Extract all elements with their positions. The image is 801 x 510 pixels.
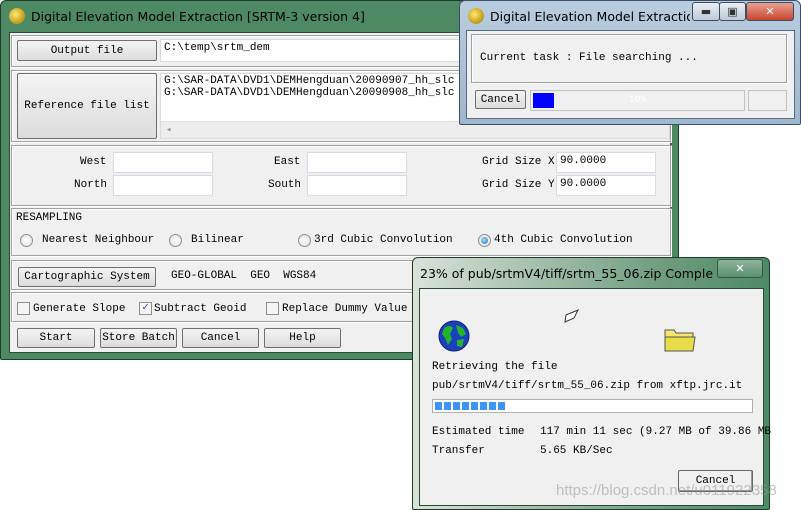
- progress-cancel-button[interactable]: Cancel: [475, 90, 526, 109]
- radio-label[interactable]: Nearest Neighbour: [42, 234, 154, 246]
- cancel-button[interactable]: Cancel: [182, 328, 259, 348]
- grid-size-x-label: Grid Size X: [482, 156, 555, 168]
- north-input[interactable]: [113, 175, 213, 196]
- retrieving-file: pub/srtmV4/tiff/srtm_55_06.zip from xftp…: [432, 380, 743, 392]
- folder-icon: [664, 329, 696, 352]
- reference-file-list-button[interactable]: Reference file list: [17, 73, 157, 139]
- grid-size-y-label: Grid Size Y: [482, 179, 555, 191]
- main-title: Digital Elevation Model Extraction [SRTM…: [31, 8, 365, 24]
- download-title: 23% of pub/srtmV4/tiff/srtm_55_06.zip Co…: [420, 265, 713, 281]
- radio-bilinear[interactable]: [169, 234, 182, 247]
- replace-dummy-value-checkbox[interactable]: [266, 302, 279, 315]
- west-input[interactable]: [113, 152, 213, 173]
- estimated-time-label: Estimated time: [432, 426, 525, 438]
- scroll-left-icon[interactable]: ◂: [166, 124, 171, 136]
- maximize-button[interactable]: ▣: [719, 2, 746, 21]
- close-icon: ✕: [735, 262, 745, 275]
- minimize-button[interactable]: ▬: [692, 2, 720, 21]
- output-file-button[interactable]: Output file: [17, 40, 157, 61]
- checkbox-label[interactable]: Generate Slope: [33, 303, 125, 315]
- radio-label[interactable]: 3rd Cubic Convolution: [314, 234, 453, 246]
- generate-slope-checkbox[interactable]: [17, 302, 30, 315]
- west-label: West: [80, 156, 107, 168]
- download-close-button[interactable]: ✕: [717, 259, 763, 278]
- radio-nearest-neighbour[interactable]: [20, 234, 33, 247]
- download-progress-bar: [432, 399, 753, 413]
- east-input[interactable]: [307, 152, 407, 173]
- close-icon: ✕: [765, 5, 775, 18]
- progress-status-box: [748, 90, 787, 111]
- retrieving-label: Retrieving the file: [432, 361, 558, 373]
- app-icon: [9, 8, 25, 24]
- progress-percent: 10%: [628, 95, 647, 106]
- east-label: East: [274, 156, 301, 168]
- checkbox-label[interactable]: Replace Dummy Value: [282, 303, 407, 315]
- progress-window: Digital Elevation Model Extractio... ▬ ▣…: [459, 0, 801, 125]
- store-batch-button[interactable]: Store Batch: [100, 328, 177, 348]
- checkbox-label[interactable]: Subtract Geoid: [154, 303, 246, 315]
- south-label: South: [268, 179, 302, 191]
- subtract-geoid-checkbox[interactable]: ✓: [139, 302, 152, 315]
- download-client: Retrieving the file pub/srtmV4/tiff/srtm…: [419, 288, 771, 506]
- resampling-group: RESAMPLING Nearest Neighbour Bilinear 3r…: [11, 208, 671, 256]
- grid-size-y-input[interactable]: 90.0000: [556, 175, 656, 196]
- grid-size-x-input[interactable]: 90.0000: [556, 152, 656, 173]
- maximize-icon: ▣: [727, 5, 738, 18]
- progress-title: Digital Elevation Model Extractio...: [490, 8, 690, 24]
- south-input[interactable]: [307, 175, 407, 196]
- progress-client: Current task : File searching ... Cancel…: [466, 30, 795, 119]
- radio-label[interactable]: 4th Cubic Convolution: [494, 234, 633, 246]
- watermark: https://blog.csdn.net/u011922358: [556, 482, 777, 499]
- start-button[interactable]: Start: [17, 328, 95, 348]
- progress-title-bar[interactable]: Digital Elevation Model Extractio...: [460, 1, 690, 31]
- flying-paper-icon: [564, 309, 580, 323]
- task-panel: Current task : File searching ...: [471, 34, 787, 83]
- download-window: 23% of pub/srtmV4/tiff/srtm_55_06.zip Co…: [412, 257, 771, 510]
- cartographic-system-value: GEO-GLOBAL GEO WGS84: [171, 270, 317, 282]
- radio-label[interactable]: Bilinear: [191, 234, 244, 246]
- transfer-label: Transfer: [432, 445, 485, 457]
- close-button[interactable]: ✕: [746, 2, 794, 21]
- download-title-bar[interactable]: 23% of pub/srtmV4/tiff/srtm_55_06.zip Co…: [413, 258, 713, 288]
- help-button[interactable]: Help: [264, 328, 341, 348]
- resampling-label: RESAMPLING: [16, 212, 83, 224]
- app-icon: [468, 8, 484, 24]
- current-task-text: Current task : File searching ...: [480, 52, 698, 64]
- radio-4th-cubic-convolution[interactable]: [478, 234, 491, 247]
- globe-icon: [438, 320, 470, 352]
- download-progress-fill: [435, 402, 507, 410]
- transfer-value: 5.65 KB/Sec: [540, 445, 613, 457]
- minimize-icon: ▬: [700, 5, 712, 18]
- estimated-time-value: 117 min 11 sec (9.27 MB of 39.86 MB: [540, 426, 772, 438]
- radio-3rd-cubic-convolution[interactable]: [298, 234, 311, 247]
- coordinates-group: West North East South Grid Size X 90.000…: [11, 145, 671, 206]
- progress-bar: 10%: [530, 90, 745, 111]
- north-label: North: [74, 179, 108, 191]
- cartographic-system-button[interactable]: Cartographic System: [18, 267, 156, 287]
